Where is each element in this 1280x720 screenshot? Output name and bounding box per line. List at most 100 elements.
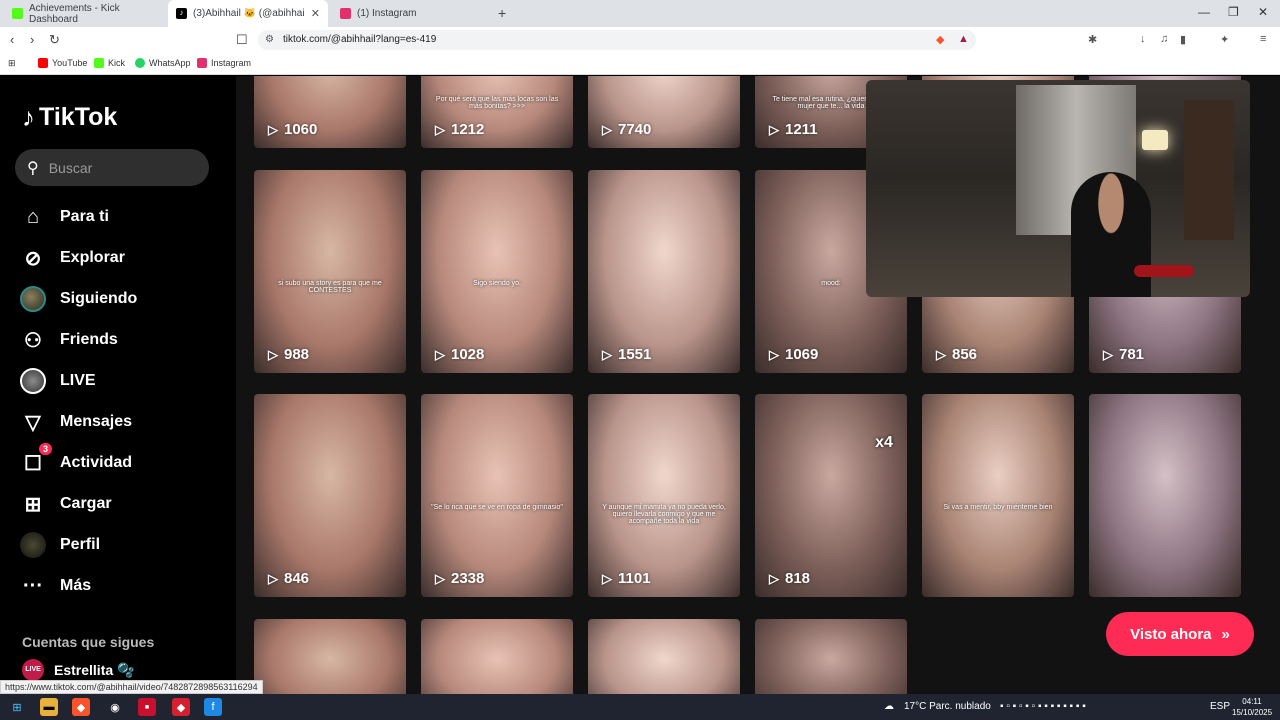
windows-start-icon[interactable]: ⊞ [8, 698, 26, 716]
view-count-value: 7740 [618, 121, 652, 138]
app-icon[interactable]: ■ [138, 698, 156, 716]
bookmark-youtube[interactable]: YouTube [38, 58, 87, 68]
sidebar-item-label: Para ti [60, 208, 109, 225]
sidebar-item-mensajes[interactable]: ▽ Mensajes [20, 409, 132, 435]
live-avatar [20, 368, 46, 394]
notification-badge: 3 [38, 443, 52, 455]
menu-icon[interactable]: ≡ [1260, 33, 1266, 45]
forward-button[interactable]: › [30, 32, 34, 47]
site-info-icon[interactable]: ⚙ [265, 30, 274, 50]
video-thumbnail[interactable]: "Se lo rica que se ve en ropa de gimnasi… [421, 394, 573, 597]
tiktok-logo[interactable]: ♪ TikTok [22, 102, 117, 133]
play-icon: ▷ [268, 121, 278, 137]
sidebar-item-mas[interactable]: ··· Más [20, 573, 91, 599]
video-thumbnail[interactable]: Por qué será que las más locas son las m… [421, 76, 573, 148]
brave-shield-icon[interactable]: ◆ [936, 33, 944, 46]
app-icon-3[interactable]: f [204, 698, 222, 716]
visto-ahora-label: Visto ahora [1130, 625, 1212, 643]
sidebar-item-perfil[interactable]: Perfil [20, 532, 100, 558]
sidebar-item-siguiendo[interactable]: Siguiendo [20, 286, 137, 312]
logo-text: TikTok [39, 103, 118, 131]
video-thumbnail[interactable] [421, 619, 573, 694]
sidebar-item-friends[interactable]: ⚇ Friends [20, 327, 118, 353]
video-thumbnail[interactable]: ▷ 846 [254, 394, 406, 597]
language-indicator[interactable]: ESP [1210, 701, 1230, 712]
play-icon: ▷ [435, 346, 445, 362]
sidebar-icon[interactable]: ▮ [1180, 33, 1186, 46]
clock-time: 04:11 [1242, 697, 1262, 706]
back-button[interactable]: ‹ [10, 32, 14, 47]
brave-rewards-icon[interactable]: ▲ [958, 33, 969, 45]
video-thumbnail[interactable] [588, 619, 740, 694]
tab-tiktok[interactable]: ♪ (3)Abihhail 🐱 (@abihhail) | T ✕ [168, 0, 328, 27]
minimize-button[interactable]: — [1198, 5, 1210, 19]
brave-browser-icon[interactable]: ◆ [72, 698, 90, 716]
video-thumbnail[interactable]: Y aunque mi mamita ya no pueda verlo, qu… [588, 394, 740, 597]
followed-account[interactable]: LIVE Estrellita 🫧 [22, 659, 134, 681]
kick-icon [94, 58, 104, 68]
new-tab-button[interactable]: + [498, 5, 506, 21]
search-input[interactable] [48, 159, 189, 176]
close-tab-icon[interactable]: ✕ [311, 7, 320, 20]
tab-kick-dashboard[interactable]: Achievements - Kick Dashboard [4, 0, 164, 27]
sidebar-item-live[interactable]: LIVE [20, 368, 96, 394]
tab-instagram[interactable]: (1) Instagram [332, 0, 492, 27]
profile-avatar [20, 532, 46, 558]
weather-text[interactable]: 17°C Parc. nublado [904, 701, 991, 712]
bookmark-kick[interactable]: Kick [94, 58, 125, 68]
tab-title: Achievements - Kick Dashboard [29, 2, 120, 25]
sidebar-item-actividad[interactable]: ☐ 3 Actividad [20, 443, 132, 476]
view-count: ▷ 1028 [435, 346, 484, 363]
view-count: ▷ 846 [268, 570, 309, 587]
video-thumbnail[interactable] [1089, 394, 1241, 597]
reload-button[interactable]: ↻ [49, 32, 60, 48]
video-thumbnail[interactable]: ▷ 1060 [254, 76, 406, 148]
visto-ahora-button[interactable]: Visto ahora » [1106, 612, 1254, 656]
search-icon[interactable]: ⚲ [27, 158, 39, 178]
play-icon: ▷ [602, 346, 612, 362]
sidebar-item-para-ti[interactable]: ⌂ Para ti [20, 204, 109, 230]
video-thumbnail[interactable] [755, 619, 907, 694]
leo-ai-icon[interactable]: ✦ [1220, 33, 1229, 46]
tray-icons[interactable]: ▪ ▫ ▪ ▫ ▪ ▫ ▪ ▪ ▪ ▪ ▪ ▪ ▪ ▪ [1000, 701, 1086, 712]
apps-icon[interactable]: ⊞ [8, 58, 16, 69]
video-thumbnail[interactable]: si subo una story es para que me CONTEST… [254, 170, 406, 373]
clock-date: 15/10/2025 [1232, 708, 1273, 717]
app-icon-2[interactable]: ◆ [172, 698, 190, 716]
video-thumbnail[interactable]: Sigo siendo yo. ▷ 1028 [421, 170, 573, 373]
media-icon[interactable]: ♫ [1160, 33, 1168, 45]
tiktok-page: ♪ TikTok ⚲ ⌂ Para ti ⊘ Explorar Siguiend… [0, 76, 1280, 694]
view-count: ▷ 7740 [602, 121, 651, 138]
video-caption: "Se lo rica que se ve en ropa de gimnasi… [431, 504, 563, 511]
sidebar-item-label: Más [60, 577, 92, 594]
bookmark-whatsapp[interactable]: WhatsApp [135, 58, 191, 68]
video-thumbnail[interactable]: ▷ 7740 [588, 76, 740, 148]
obs-icon[interactable]: ◉ [106, 698, 124, 716]
weather-icon[interactable]: ☁ [884, 701, 894, 712]
sidebar-item-label: Friends [60, 331, 118, 348]
browser-tab-strip: Achievements - Kick Dashboard ♪ (3)Abihh… [0, 0, 1280, 27]
whatsapp-icon [135, 58, 145, 68]
video-thumbnail[interactable] [254, 619, 406, 694]
view-count-value: 846 [284, 570, 310, 587]
play-icon: ▷ [1103, 346, 1113, 362]
view-count: ▷ 1551 [602, 346, 651, 363]
download-icon[interactable]: ↓ [1140, 33, 1146, 45]
file-explorer-icon[interactable]: ▬ [40, 698, 58, 716]
bookmark-label: Kick [108, 58, 126, 68]
bookmark-instagram[interactable]: Instagram [197, 58, 251, 68]
window-close-button[interactable]: ✕ [1258, 5, 1268, 19]
video-thumbnail[interactable]: ▷ 1551 [588, 170, 740, 373]
video-thumbnail[interactable]: Si vas a mentir, bby miénteme bien [922, 394, 1074, 597]
instagram-icon [197, 58, 207, 68]
sidebar-item-explorar[interactable]: ⊘ Explorar [20, 245, 125, 271]
restore-button[interactable]: ❐ [1228, 5, 1239, 19]
bookmark-icon[interactable]: ☐ [236, 32, 248, 48]
bookmark-label: WhatsApp [149, 58, 191, 68]
sidebar-item-cargar[interactable]: ⊞ Cargar [20, 491, 112, 517]
video-thumbnail[interactable]: x4 ▷ 818 [755, 394, 907, 597]
clock[interactable]: 04:11 15/10/2025 [1232, 696, 1272, 718]
play-icon: ▷ [769, 570, 779, 586]
extensions-icon[interactable]: ✱ [1088, 33, 1097, 46]
url-bar[interactable]: ⚙ tiktok.com/@abihhail?lang=es-419 [258, 30, 976, 50]
